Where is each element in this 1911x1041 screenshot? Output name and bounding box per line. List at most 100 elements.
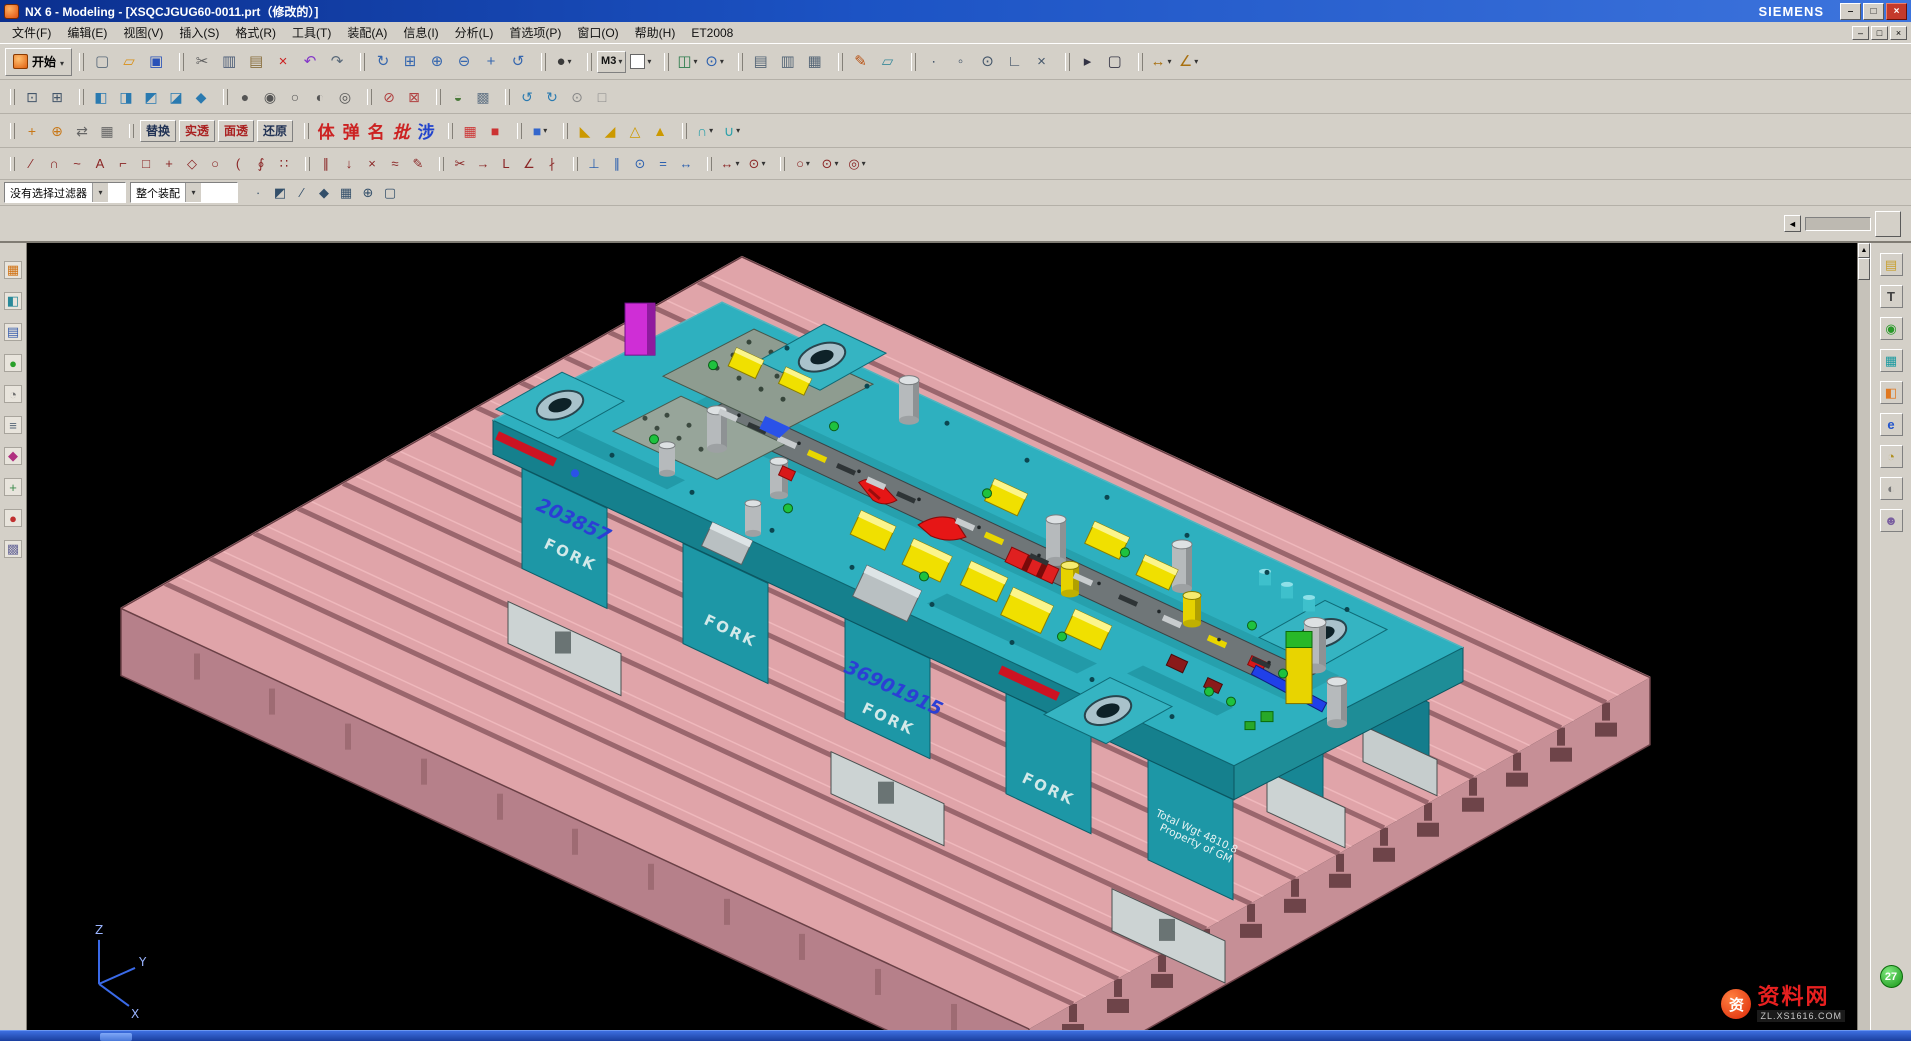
macro-spring-button[interactable]: 弹 (339, 119, 363, 143)
wcs-origin-icon[interactable]: ⊕ (45, 119, 69, 143)
dock-sheet-icon[interactable]: ▤ (4, 323, 22, 341)
snapshot-icon[interactable]: ⊙ (565, 85, 589, 109)
constraint-navigator-tab[interactable]: T (1880, 285, 1903, 308)
layer-settings-icon[interactable]: ▤ (748, 49, 774, 75)
selection-filter-dropdown-button[interactable] (92, 183, 108, 202)
line-tool[interactable]: ∕ (20, 153, 42, 175)
selection-filter-combo[interactable]: 没有选择过滤器 (4, 182, 126, 203)
front-view-icon[interactable]: ◨ (114, 85, 138, 109)
fit-view-icon[interactable]: ⊞ (397, 49, 423, 75)
selection-arrow-icon[interactable]: ▸ (1075, 49, 1101, 75)
pattern-curve-tool[interactable]: ∷ (273, 153, 295, 175)
extend-curve-tool[interactable]: → (472, 153, 494, 175)
highlight-toggle[interactable]: ▦ (336, 183, 356, 203)
menu-edit[interactable]: 编辑(E) (59, 22, 115, 43)
scroll-up-button[interactable]: ▲ (1858, 243, 1870, 258)
rotate-right-icon[interactable]: ↻ (540, 85, 564, 109)
taskbar-strip[interactable] (0, 1030, 1911, 1041)
notification-badge[interactable]: 27 (1880, 965, 1903, 988)
profile-tool[interactable]: ⌐ (112, 153, 134, 175)
select-face-filter[interactable]: ◩ (270, 183, 290, 203)
vscrollbar-thumb[interactable] (1858, 258, 1870, 280)
full-circle-tool-dropdown[interactable]: ◎ (844, 153, 870, 175)
rotate-left-icon[interactable]: ↺ (515, 85, 539, 109)
macro-name-button[interactable]: 名 (364, 119, 388, 143)
edit-curve-tool[interactable]: ✎ (407, 153, 429, 175)
measure-angle-dropdown[interactable]: ∠ (1176, 49, 1202, 75)
save-icon[interactable]: ▣ (143, 49, 169, 75)
symmetric-constraint-tool[interactable]: ↔ (675, 153, 697, 175)
top-view-icon[interactable]: ◧ (89, 85, 113, 109)
start-button[interactable]: 开始 (5, 48, 72, 76)
hd3d-tools-tab[interactable]: ◧ (1880, 381, 1903, 404)
internet-explorer-tab[interactable]: e (1880, 413, 1903, 436)
datum-csys-dropdown[interactable]: ■ (527, 119, 553, 143)
menu-window[interactable]: 窗口(O) (569, 22, 626, 43)
studio-mode-icon[interactable]: ◐ (308, 85, 332, 109)
polygon-tool[interactable]: ◇ (181, 153, 203, 175)
snap-midpoint-icon[interactable]: ◦ (948, 49, 974, 75)
refresh-view-icon[interactable]: ↻ (370, 49, 396, 75)
snap-center-icon[interactable]: ⊙ (975, 49, 1001, 75)
pan-view-icon[interactable]: + (478, 49, 504, 75)
menu-file[interactable]: 文件(F) (4, 22, 59, 43)
menu-view[interactable]: 视图(V) (115, 22, 171, 43)
macro-interference-button[interactable]: 涉 (414, 119, 438, 143)
menu-analysis[interactable]: 分析(L) (447, 22, 502, 43)
layer-category-icon[interactable]: ▥ (775, 49, 801, 75)
horizontal-scrollbar-track[interactable] (1805, 217, 1871, 231)
show-hide-icon[interactable]: ◒ (446, 85, 470, 109)
viewport-vscrollbar[interactable]: ▲ (1857, 243, 1870, 1030)
sketch-icon[interactable]: ✎ (848, 49, 874, 75)
reflection-analysis-icon[interactable]: ▲ (648, 119, 672, 143)
rendering-style-dropdown[interactable]: ● (551, 49, 577, 75)
undo-icon[interactable]: ↶ (297, 49, 323, 75)
reuse-library-tab[interactable]: ▦ (1880, 349, 1903, 372)
snap-intersection-icon[interactable]: × (1029, 49, 1055, 75)
open-file-icon[interactable]: ▱ (116, 49, 142, 75)
new-file-icon[interactable]: ▢ (89, 49, 115, 75)
equal-constraint-tool[interactable]: = (652, 153, 674, 175)
facet-mode-icon[interactable]: ◎ (333, 85, 357, 109)
select-edge-filter[interactable]: ∕ (292, 183, 312, 203)
maximize-button[interactable]: □ (1863, 3, 1884, 20)
shaded-edges-mode-icon[interactable]: ◉ (258, 85, 282, 109)
paste-icon[interactable]: ▤ (243, 49, 269, 75)
part-navigator-tab[interactable]: ◉ (1880, 317, 1903, 340)
tangent-constraint-tool[interactable]: ⊙ (629, 153, 651, 175)
dock-panel-button[interactable] (1875, 211, 1901, 237)
refresh-window-icon[interactable]: ⊡ (20, 85, 44, 109)
datum-plane-icon[interactable]: ▱ (875, 49, 901, 75)
selection-box-icon[interactable]: ▢ (1102, 49, 1128, 75)
taskbar-item[interactable] (100, 1033, 132, 1041)
isometric-view-icon[interactable]: ◪ (164, 85, 188, 109)
menu-format[interactable]: 格式(R) (227, 22, 284, 43)
interference-check-icon[interactable]: ▦ (458, 119, 482, 143)
dock-pattern-icon[interactable]: ▩ (4, 540, 22, 558)
point-tool[interactable]: + (158, 153, 180, 175)
offset-curve-tool[interactable]: ∥ (315, 153, 337, 175)
delete-icon[interactable]: × (270, 49, 296, 75)
solid-translucent-toggle[interactable]: 实透 (179, 120, 215, 142)
dock-grid-icon[interactable]: ▦ (4, 261, 22, 279)
class-selection-icon[interactable]: ▢ (380, 183, 400, 203)
macro-batch-button[interactable]: 批 (389, 119, 413, 143)
helix-tool[interactable]: ∮ (250, 153, 272, 175)
snap-corner-icon[interactable]: ∟ (1002, 49, 1028, 75)
layer-visibility-icon[interactable]: ▦ (802, 49, 828, 75)
curvature-comb-dropdown[interactable]: ∩ (692, 119, 718, 143)
selection-scope-dropdown-button[interactable] (185, 183, 201, 202)
macro-body-button[interactable]: 体 (314, 119, 338, 143)
circle-center-tool-dropdown[interactable]: ⊙ (817, 153, 843, 175)
linear-dimension-dropdown[interactable]: ↔ (717, 153, 743, 175)
divide-curve-tool[interactable]: ∤ (541, 153, 563, 175)
background-color-dropdown[interactable] (627, 49, 654, 75)
selection-scope-combo[interactable]: 整个装配 (130, 182, 238, 203)
menu-preferences[interactable]: 首选项(P) (501, 22, 569, 43)
intersect-curve-tool[interactable]: × (361, 153, 383, 175)
move-object-icon[interactable]: ⇄ (70, 119, 94, 143)
replace-display-toggle[interactable]: 替换 (140, 120, 176, 142)
circle-tool-dropdown[interactable]: ○ (790, 153, 816, 175)
assembly-navigator-tab[interactable]: ▤ (1880, 253, 1903, 276)
zoom-out-icon[interactable]: ⊖ (451, 49, 477, 75)
